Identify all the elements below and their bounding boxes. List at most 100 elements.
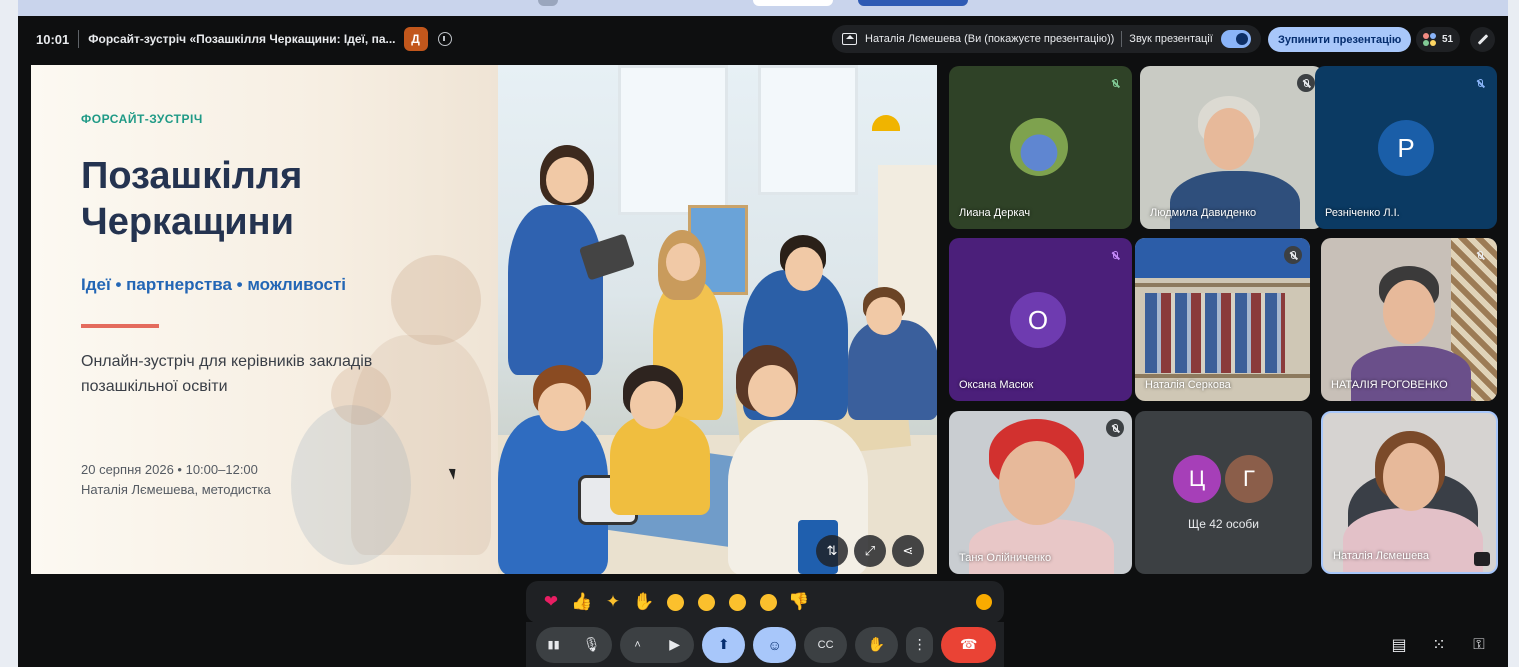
participant-tile[interactable]: НАТАЛІЯ РОГОВЕНКО <box>1321 238 1497 401</box>
host-controls-button[interactable]: ⚿ <box>1460 622 1498 667</box>
crying-face-icon[interactable] <box>724 589 750 615</box>
clock-time: 10:01 <box>36 31 70 47</box>
divider <box>1121 31 1123 47</box>
presenting-label: Наталія Лємешева (Ви (покажуєте презента… <box>865 33 1115 45</box>
presentation-slide: ФОРСАЙТ-ЗУСТРІЧ Позашкілля Черкащини Іде… <box>31 65 937 574</box>
participant-tile[interactable]: О Оксана Масюк <box>949 238 1132 401</box>
audio-level-icon: ▮▮ <box>547 639 560 651</box>
microphone-button[interactable]: ▮▮ 🎙 <box>536 626 613 663</box>
participant-tile[interactable]: Людмила Давиденко <box>1140 66 1323 229</box>
skin-tone-icon[interactable] <box>976 594 992 610</box>
leave-call-button[interactable]: ☎ <box>941 626 996 663</box>
participant-name: Людмила Давиденко <box>1150 207 1257 219</box>
sparkling-heart-icon[interactable]: ❤ <box>538 589 564 615</box>
hand-icon: ✋ <box>867 636 886 652</box>
thinking-face-icon[interactable] <box>755 589 781 615</box>
mic-off-icon <box>1106 246 1124 264</box>
presenting-indicator[interactable]: Наталія Лємешева (Ви (покажуєте презента… <box>832 25 1261 53</box>
face <box>546 157 588 203</box>
child-figure <box>610 415 710 515</box>
participant-avatar <box>1010 118 1068 176</box>
slide-controls: ⇅ ⤢ ⋖ <box>816 535 924 567</box>
mic-off-icon <box>1471 74 1489 92</box>
lamp <box>872 115 900 131</box>
participant-avatar: Г <box>1225 455 1273 503</box>
info-icon[interactable] <box>437 32 452 46</box>
captions-button[interactable]: CC <box>804 626 848 663</box>
thumbs-down-icon[interactable]: 👎 <box>786 589 812 615</box>
child-figure <box>508 205 603 375</box>
presentation-sound-toggle[interactable] <box>1220 30 1251 48</box>
share-icon[interactable]: ⋖ <box>892 535 924 567</box>
chat-icon: ▤ <box>1391 636 1407 654</box>
meeting-title[interactable]: Форсайт-зустріч «Позашкілля Черкащини: І… <box>88 32 395 46</box>
participants-count: 51 <box>1441 34 1454 45</box>
participant-tile[interactable]: Лиана Деркач <box>949 66 1132 229</box>
reactions-button[interactable]: ☺ <box>753 626 797 663</box>
call-controls: ▮▮ 🎙 ˄ ▶ ⬆ ☺ CC ✋ ⋮ ☎ <box>526 622 1004 667</box>
present-now-button[interactable]: ⬆ <box>702 626 746 663</box>
participant-name: Наталія Серкова <box>1145 379 1231 391</box>
window <box>618 65 728 215</box>
more-participants-label: Ще 42 особи <box>1188 517 1259 531</box>
child-figure <box>848 320 937 420</box>
more-participants-tile[interactable]: Ц Г Ще 42 особи <box>1135 411 1312 574</box>
meeting-badge[interactable]: Д <box>403 27 428 51</box>
divider <box>78 30 80 48</box>
face <box>538 383 586 431</box>
mic-off-icon <box>1106 74 1124 92</box>
swap-icon[interactable]: ⇅ <box>816 535 848 567</box>
more-vert-icon: ⋮ <box>912 636 927 652</box>
reactions-bar: ❤ 👍 ✦ ✋ 👎 <box>526 581 1004 623</box>
annotate-button[interactable] <box>1470 27 1495 52</box>
window <box>758 65 858 195</box>
ghost-wheelchair <box>291 405 411 565</box>
pencil-icon <box>1477 34 1488 45</box>
slide-illustration: ⇅ ⤢ ⋖ <box>498 65 937 574</box>
face <box>785 247 823 291</box>
participant-avatar: О <box>1010 292 1066 348</box>
participant-name: НАТАЛІЯ РОГОВЕНКО <box>1331 379 1448 391</box>
participant-avatar: Р <box>1378 120 1434 176</box>
ghost-figure <box>391 255 481 345</box>
pin-icon[interactable] <box>1474 552 1490 566</box>
participant-tile-self[interactable]: Наталія Лємешева <box>1321 411 1498 574</box>
slide-title: Позашкілля Черкащини <box>81 155 303 243</box>
mic-off-icon <box>1106 419 1124 437</box>
participant-name: Резніченко Л.І. <box>1325 207 1400 219</box>
surprised-face-icon[interactable] <box>693 589 719 615</box>
tears-of-joy-icon[interactable] <box>662 589 688 615</box>
meet-window: 10:01 Форсайт-зустріч «Позашкілля Черкащ… <box>18 0 1508 667</box>
participant-name: Лиана Деркач <box>959 207 1031 219</box>
participant-tile[interactable]: Таня Олійниченко <box>949 411 1132 574</box>
more-options-button[interactable]: ⋮ <box>906 626 934 663</box>
slide-date-author: 20 серпня 2026 • 10:00–12:00 Наталія Лєм… <box>81 460 271 500</box>
apps-grid-icon: ⁙ <box>1432 636 1446 654</box>
participant-tile[interactable]: Р Резніченко Л.І. <box>1315 66 1497 229</box>
face <box>748 365 796 417</box>
participants-button[interactable]: 51 <box>1416 27 1460 52</box>
slide-date: 20 серпня 2026 • 10:00–12:00 <box>81 462 258 477</box>
participant-tile[interactable]: Наталія Серкова <box>1135 238 1310 401</box>
participant-name: Оксана Масюк <box>959 379 1034 391</box>
fullscreen-icon[interactable]: ⤢ <box>854 535 886 567</box>
shelf <box>1135 374 1310 378</box>
stop-presenting-button[interactable]: Зупинити презентацію <box>1268 27 1412 52</box>
shelf <box>1135 283 1310 287</box>
lock-people-icon: ⚿ <box>1473 636 1485 653</box>
party-popper-icon[interactable]: ✦ <box>600 589 626 615</box>
browser-top-strip <box>18 0 1508 16</box>
clapping-hands-icon[interactable]: ✋ <box>631 589 657 615</box>
thumbs-up-icon[interactable]: 👍 <box>569 589 595 615</box>
emoji-icon: ☺ <box>767 636 782 653</box>
slide-divider <box>81 324 159 328</box>
chat-button[interactable]: ▤ <box>1380 622 1418 667</box>
camera-button[interactable]: ˄ ▶ <box>620 626 695 663</box>
face <box>866 297 902 335</box>
present-screen-icon: ⬆ <box>717 636 730 652</box>
activities-button[interactable]: ⁙ <box>1420 622 1458 667</box>
camera-icon: ▶ <box>669 636 681 652</box>
slide-description: Онлайн-зустріч для керівників закладів п… <box>81 353 373 395</box>
microphone-icon: 🎙 <box>582 636 601 652</box>
raise-hand-button[interactable]: ✋ <box>855 626 899 663</box>
